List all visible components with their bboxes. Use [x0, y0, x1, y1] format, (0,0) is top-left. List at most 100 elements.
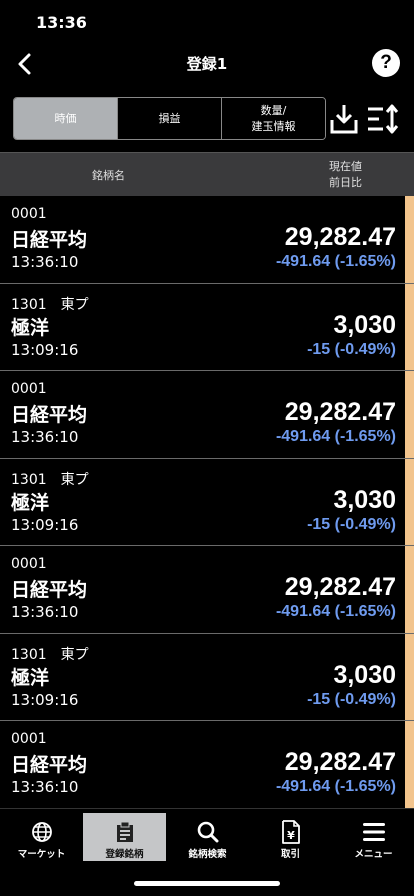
column-price: 現在値 前日比 [329, 159, 362, 191]
watchlist: 0001 日経平均 13:36:10 29,282.47 -491.64 (-1… [0, 196, 414, 808]
stock-name: 日経平均 [11, 404, 88, 426]
segment-label: 損益 [158, 111, 181, 125]
stock-name: 極洋 [11, 666, 50, 689]
nav-bar: 登録1 ? [0, 44, 414, 84]
bottom-tab-bar: マーケット 登録銘柄 銘柄検索 ¥ 取引 メニュー [0, 808, 414, 896]
download-button[interactable] [330, 103, 358, 135]
stock-time: 13:36:10 [11, 778, 79, 796]
segment-label: 数量/ [260, 103, 287, 117]
stock-price: 3,030 [333, 485, 396, 514]
stock-name: 極洋 [11, 491, 50, 514]
stock-market: 東プ [60, 646, 89, 663]
sort-button[interactable] [366, 103, 400, 135]
tab-label: 登録銘柄 [105, 849, 144, 860]
stock-time: 13:36:10 [11, 603, 79, 621]
stock-change: -15 (-0.49%) [307, 515, 396, 533]
stock-code: 0001 [11, 206, 47, 222]
stock-change: -15 (-0.49%) [307, 340, 396, 358]
row-accent-bar [405, 633, 414, 720]
stock-code-line: 0001 [11, 381, 61, 397]
segment-label-line2: 建玉情報 [251, 119, 296, 133]
globe-icon [30, 821, 54, 843]
stock-change: -15 (-0.49%) [307, 690, 396, 708]
yen-document-icon: ¥ [279, 820, 303, 844]
list-item[interactable]: 0001 日経平均 13:36:10 29,282.47 -491.64 (-1… [0, 371, 414, 459]
tab-market[interactable]: マーケット [0, 813, 83, 861]
segment-profit-loss[interactable]: 損益 [118, 98, 222, 139]
hamburger-menu-icon [362, 821, 386, 843]
list-column-header: 銘柄名 現在値 前日比 [0, 152, 414, 196]
tab-watchlist[interactable]: 登録銘柄 [83, 813, 166, 861]
stock-code-line: 0001 [11, 556, 61, 572]
row-accent-bar [405, 371, 414, 458]
stock-price: 3,030 [333, 660, 396, 689]
stock-code-line: 0001 [11, 206, 61, 222]
stock-code-line: 1301 東プ [11, 644, 89, 664]
tab-label: 銘柄検索 [188, 849, 227, 860]
stock-price: 29,282.47 [284, 398, 396, 426]
tab-label: 取引 [280, 849, 300, 860]
tab-menu[interactable]: メニュー [332, 813, 414, 861]
stock-code-line: 0001 [11, 731, 61, 747]
download-icon [330, 105, 358, 134]
stock-name: 極洋 [11, 316, 50, 339]
segment-label: 時価 [54, 111, 77, 125]
stock-name: 日経平均 [11, 754, 88, 776]
stock-market: 東プ [60, 471, 89, 488]
stock-time: 13:09:16 [11, 690, 79, 709]
segment-market-price[interactable]: 時価 [14, 98, 118, 139]
stock-code-line: 1301 東プ [11, 469, 89, 489]
stock-name: 日経平均 [11, 229, 88, 251]
list-item[interactable]: 0001 日経平均 13:36:10 29,282.47 -491.64 (-1… [0, 721, 414, 808]
stock-code: 1301 [11, 646, 47, 663]
list-item[interactable]: 1301 東プ 極洋 13:09:16 3,030 -15 (-0.49%) [0, 283, 414, 371]
tab-label: マーケット [17, 849, 66, 860]
stock-market: 東プ [60, 296, 89, 313]
stock-price: 29,282.47 [284, 573, 396, 601]
column-stock-name: 銘柄名 [92, 169, 125, 182]
status-time: 13:36 [36, 13, 87, 32]
stock-time: 13:09:16 [11, 515, 79, 534]
stock-time: 13:09:16 [11, 340, 79, 359]
row-accent-bar [405, 721, 414, 808]
stock-code: 0001 [11, 381, 47, 397]
stock-price: 29,282.47 [284, 223, 396, 251]
stock-code: 0001 [11, 731, 47, 747]
stock-code: 1301 [11, 296, 47, 313]
stock-change: -491.64 (-1.65%) [275, 428, 396, 445]
list-item[interactable]: 0001 日経平均 13:36:10 29,282.47 -491.64 (-1… [0, 546, 414, 634]
clipboard-icon [113, 821, 137, 843]
row-accent-bar [405, 546, 414, 633]
column-change-label: 前日比 [329, 176, 362, 189]
stock-code: 0001 [11, 556, 47, 572]
stock-price: 3,030 [333, 310, 396, 339]
stock-change: -491.64 (-1.65%) [275, 253, 396, 270]
row-accent-bar [405, 283, 414, 370]
list-item[interactable]: 1301 東プ 極洋 13:09:16 3,030 -15 (-0.49%) [0, 633, 414, 721]
stock-name: 日経平均 [11, 579, 88, 601]
tab-trade[interactable]: ¥ 取引 [249, 813, 332, 861]
list-item[interactable]: 0001 日経平均 13:36:10 29,282.47 -491.64 (-1… [0, 196, 414, 284]
stock-code-line: 1301 東プ [11, 294, 89, 314]
search-icon [196, 821, 220, 843]
column-price-label: 現在値 [329, 160, 362, 173]
stock-code: 1301 [11, 471, 47, 488]
svg-text:¥: ¥ [287, 829, 295, 842]
tab-label: メニュー [354, 849, 393, 860]
row-accent-bar [405, 458, 414, 545]
status-bar: 13:36 [0, 0, 414, 44]
tab-stock-search[interactable]: 銘柄検索 [166, 813, 249, 861]
segment-quantity-position[interactable]: 数量/ 建玉情報 [222, 98, 325, 139]
stock-price: 29,282.47 [284, 748, 396, 776]
stock-time: 13:36:10 [11, 428, 79, 446]
stock-time: 13:36:10 [11, 253, 79, 271]
stock-change: -491.64 (-1.65%) [275, 778, 396, 795]
stock-change: -491.64 (-1.65%) [275, 603, 396, 620]
row-accent-bar [405, 196, 414, 283]
home-indicator [134, 881, 280, 886]
list-item[interactable]: 1301 東プ 極洋 13:09:16 3,030 -15 (-0.49%) [0, 458, 414, 546]
page-title: 登録1 [186, 55, 228, 73]
sort-icon [368, 104, 399, 134]
help-button[interactable]: ? [372, 49, 400, 77]
view-segment-control: 時価 損益 数量/ 建玉情報 [13, 97, 326, 140]
